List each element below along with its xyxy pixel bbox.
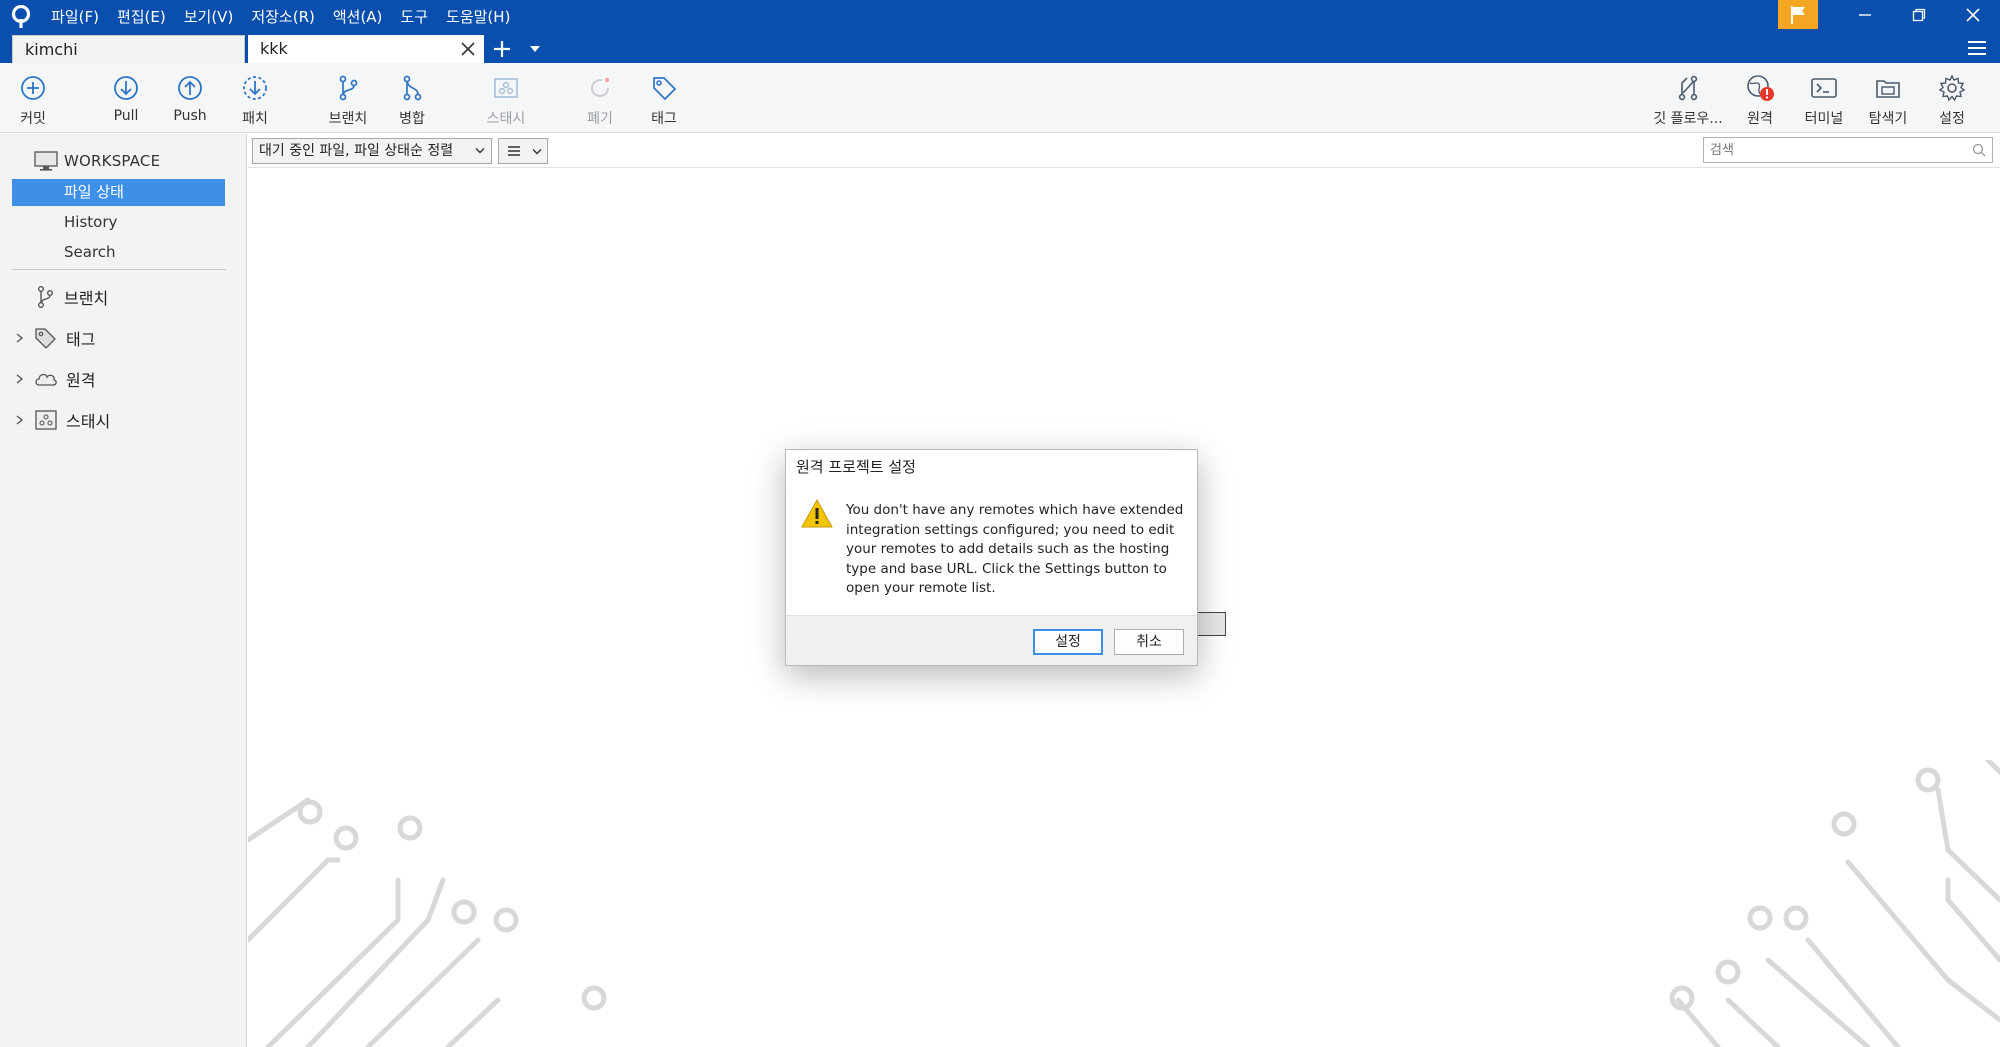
branch-button[interactable]: 브랜치: [316, 73, 380, 131]
menu-view[interactable]: 보기(V): [175, 5, 243, 29]
tab-close-icon[interactable]: [458, 39, 478, 59]
notification-flag-button[interactable]: [1778, 0, 1818, 29]
git-flow-icon: [1678, 75, 1698, 101]
minimize-icon: [1859, 14, 1871, 16]
git-flow-button[interactable]: 깃 플로우...: [1653, 73, 1723, 131]
sidebar-group-tags[interactable]: 태그: [14, 325, 95, 351]
sidebar-group-remotes[interactable]: 원격: [14, 366, 95, 392]
explorer-folder-icon: [1876, 80, 1900, 98]
sidebar-item-history[interactable]: History: [12, 209, 225, 236]
restore-button[interactable]: [1891, 0, 1947, 30]
view-mode-select[interactable]: [498, 138, 548, 164]
tag-button[interactable]: 태그: [632, 73, 696, 131]
terminal-icon: [1811, 78, 1837, 98]
commit-plus-icon: [21, 76, 45, 100]
new-tab-plus-icon[interactable]: [490, 37, 514, 61]
menu-edit[interactable]: 편집(E): [108, 5, 175, 29]
background-placeholder-box: [1196, 612, 1226, 636]
tag-icon: [653, 77, 677, 101]
sidebar-item-file-status[interactable]: 파일 상태: [12, 179, 225, 206]
chevron-right-icon: [16, 415, 24, 425]
sidebar-divider: [12, 269, 226, 270]
chevron-down-icon: [475, 148, 485, 154]
close-icon: [1966, 8, 1980, 22]
menu-file[interactable]: 파일(F): [42, 5, 108, 29]
remote-button[interactable]: 원격: [1728, 73, 1792, 131]
discard-button[interactable]: 폐기: [568, 73, 632, 131]
push-arrow-up-icon: [178, 76, 202, 100]
push-button[interactable]: Push: [158, 73, 222, 131]
menu-tools[interactable]: 도구: [391, 5, 437, 29]
settings-button[interactable]: 설정: [1920, 73, 1984, 131]
search-input[interactable]: [1703, 137, 1993, 163]
sourcetree-logo-icon: [11, 5, 31, 28]
monitor-icon: [34, 151, 58, 171]
menu-actions[interactable]: 액션(A): [324, 5, 392, 29]
list-view-icon: [508, 146, 520, 156]
warning-icon: [801, 498, 833, 528]
branch-icon: [339, 75, 358, 101]
remote-project-settings-dialog: 원격 프로젝트 설정 You don't have any remotes wh…: [785, 449, 1198, 666]
menu-help[interactable]: 도움말(H): [437, 5, 519, 29]
fetch-button[interactable]: 패치: [223, 73, 287, 131]
sidebar-item-search[interactable]: Search: [12, 239, 225, 266]
stash-button[interactable]: 스태시: [474, 73, 538, 131]
dialog-footer: 설정 취소: [786, 615, 1197, 665]
fetch-arrow-down-dashed-icon: [243, 76, 267, 100]
gear-icon: [1938, 74, 1966, 102]
circuit-background-decoration: [248, 760, 2000, 1047]
chevron-right-icon: [16, 333, 24, 343]
commit-button[interactable]: 커밋: [1, 73, 65, 131]
menu-bar: 파일(F) 편집(E) 보기(V) 저장소(R) 액션(A) 도구 도움말(H): [42, 5, 519, 29]
sidebar-group-stashes[interactable]: 스태시: [14, 407, 110, 433]
workspace-header: WORKSPACE: [34, 150, 160, 172]
tab-kimchi[interactable]: kimchi: [12, 35, 245, 63]
chevron-down-icon: [532, 149, 542, 155]
tab-list-chevron-down-icon[interactable]: [528, 43, 542, 55]
minimize-button[interactable]: [1837, 0, 1893, 30]
remote-globe-icon: [1747, 75, 1774, 101]
menu-repository[interactable]: 저장소(R): [242, 5, 324, 29]
flag-icon: [1791, 5, 1805, 24]
merge-button[interactable]: 병합: [380, 73, 444, 131]
main-toolbar: 커밋 Pull Push 패치 브랜치 병합 스태시 폐기 태그 깃 플로우..…: [0, 63, 2000, 133]
title-bar: 파일(F) 편집(E) 보기(V) 저장소(R) 액션(A) 도구 도움말(H)…: [0, 0, 2000, 63]
tag-icon: [35, 328, 56, 349]
discard-refresh-icon: [591, 77, 610, 97]
cloud-icon: [35, 373, 57, 386]
dialog-settings-button[interactable]: 설정: [1033, 629, 1103, 655]
sidebar-group-branches[interactable]: 브랜치: [14, 284, 108, 310]
dialog-cancel-button[interactable]: 취소: [1114, 629, 1184, 655]
terminal-button[interactable]: 터미널: [1792, 73, 1856, 131]
hamburger-menu-icon[interactable]: [1966, 37, 1988, 59]
sort-mode-select[interactable]: 대기 중인 파일, 파일 상태순 정렬: [252, 138, 492, 164]
branch-icon: [37, 286, 53, 309]
tab-kkk[interactable]: kkk: [248, 35, 484, 63]
chevron-right-icon: [16, 374, 24, 384]
restore-icon: [1912, 8, 1926, 22]
merge-icon: [403, 75, 422, 101]
dialog-message: You don't have any remotes which have ex…: [846, 502, 1184, 596]
stash-box-icon: [35, 410, 57, 430]
file-status-filter-bar: 대기 중인 파일, 파일 상태순 정렬: [248, 134, 2000, 168]
explorer-button[interactable]: 탐색기: [1856, 73, 1920, 131]
search-icon: [1972, 143, 1986, 157]
stash-box-icon: [494, 78, 518, 98]
pull-arrow-down-icon: [114, 76, 138, 100]
sidebar: WORKSPACE 파일 상태 History Search 브랜치 태그 원격…: [0, 134, 247, 1047]
dialog-title: 원격 프로젝트 설정: [796, 458, 916, 476]
pull-button[interactable]: Pull: [94, 73, 158, 131]
close-window-button[interactable]: [1945, 0, 2000, 30]
